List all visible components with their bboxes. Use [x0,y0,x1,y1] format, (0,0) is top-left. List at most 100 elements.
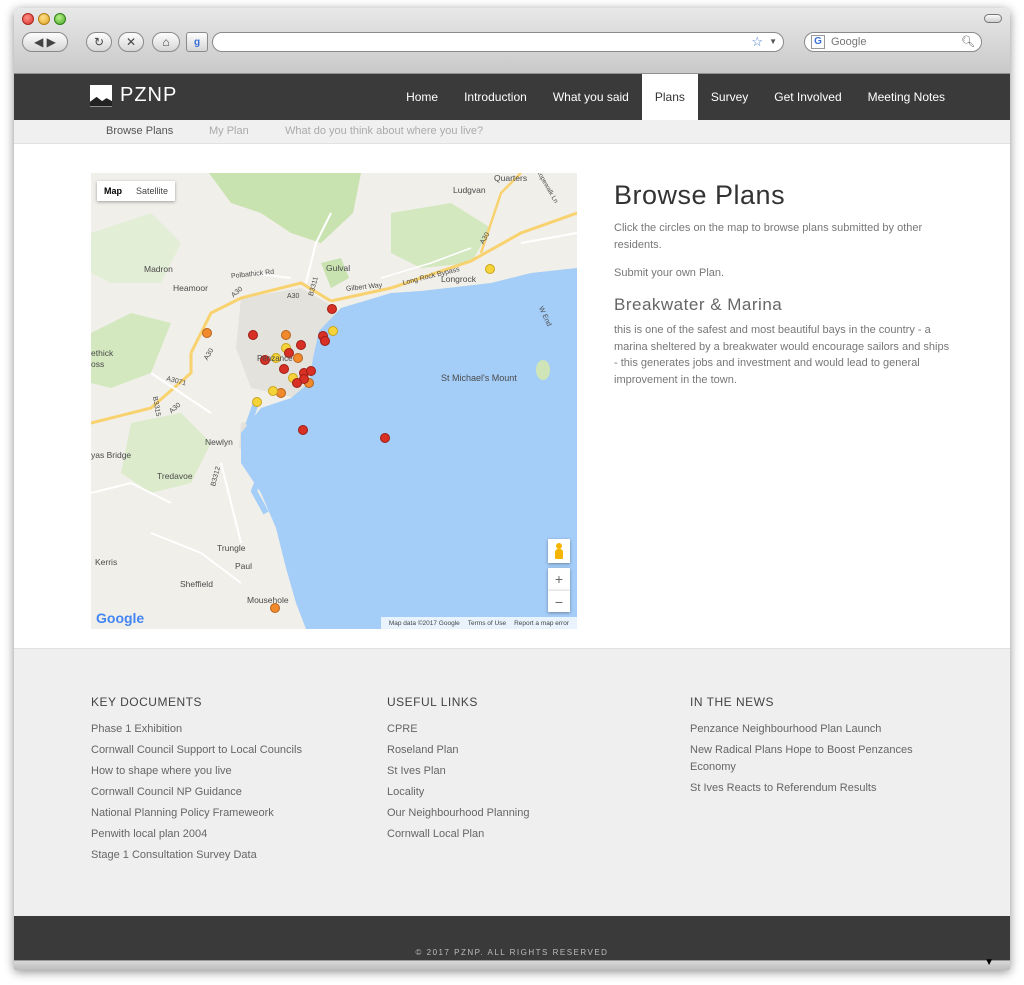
search-field[interactable]: G 🔍︎ [804,32,982,52]
sub-navigation: Browse Plans My Plan What do you think a… [14,120,1010,144]
map-label-heamoor: Heamoor [173,283,208,293]
map-label-oss: oss [91,359,105,369]
map-label-gulval: Gulval [326,263,351,273]
footer-heading-useful-links: USEFUL LINKS [387,695,478,709]
stop-button[interactable]: ✕ [118,32,144,52]
footer-link[interactable]: Cornwall Local Plan [387,826,647,843]
footer-link[interactable]: CPRE [387,721,647,738]
home-icon: ⌂ [162,35,170,49]
browser-status-bar: ▼ [14,957,1010,970]
nav-home[interactable]: Home [393,74,451,120]
submit-plan-link[interactable]: Submit your own Plan. [614,265,950,282]
plan-description: this is one of the safest and most beaut… [614,324,950,386]
zoom-window-button[interactable] [54,13,66,25]
map-label-ethick: ethick [91,348,114,358]
browser-window: ◀ ▶ ↻ ✕ ⌂ g ☆ ▼ G 🔍︎ PZNP Home Introduct… [14,8,1010,970]
footer-link[interactable]: Penwith local plan 2004 [91,826,351,843]
map-label-tredavoe: Tredavoe [157,471,193,481]
footer-link[interactable]: Cornwall Council NP Guidance [91,784,351,801]
address-bar[interactable]: ☆ ▼ [212,32,784,52]
map-type-map-button[interactable]: Map [97,181,129,201]
footer-heading-in-the-news: IN THE NEWS [690,695,774,709]
bookmark-star-icon[interactable]: ☆ [751,34,763,50]
toolbar-toggle-button[interactable] [984,14,1002,23]
map-label-trungle: Trungle [217,543,246,553]
subnav-where-you-live[interactable]: What do you think about where you live? [285,125,483,137]
google-logo: Google [96,610,144,626]
stop-icon: ✕ [125,35,137,49]
map-label-a30-a: A30 [287,293,300,300]
chevron-down-icon[interactable]: ▼ [769,37,777,46]
map-label-paul: Paul [235,561,253,571]
google-logo-text: Google [96,610,145,626]
footer-link[interactable]: Phase 1 Exhibition [91,721,351,738]
map-label-newlyn: Newlyn [205,437,233,447]
nav-get-involved[interactable]: Get Involved [761,74,854,120]
map-label-mousehole: Mousehole [247,595,289,605]
forward-arrow-icon[interactable]: ▶ [47,35,56,49]
map-data-credit: Map data ©2017 Google [388,619,460,627]
nav-survey[interactable]: Survey [698,74,761,120]
zoom-out-button[interactable]: − [548,590,570,612]
reload-button[interactable]: ↻ [86,32,112,52]
map-canvas[interactable] [91,173,577,629]
footer-link[interactable]: Roseland Plan [387,742,647,759]
search-icon[interactable]: 🔍︎ [961,35,975,48]
footer-link[interactable]: St Ives Plan [387,763,647,780]
footer-link[interactable]: How to shape where you live [91,763,351,780]
footer-link[interactable]: St Ives Reacts to Referendum Results [690,780,940,797]
nav-what-you-said[interactable]: What you said [540,74,642,120]
plan-title: Breakwater & Marina [614,295,783,314]
map-label-kerris: Kerris [95,557,118,567]
map-attribution: Map data ©2017 Google Terms of Use Repor… [380,617,577,629]
site-logo[interactable]: PZNP [90,84,177,107]
footer: KEY DOCUMENTS Phase 1 Exhibition Cornwal… [14,648,1010,916]
back-forward-buttons[interactable]: ◀ ▶ [22,32,68,52]
logo-text: PZNP [120,84,178,106]
map-label-penzance: Penzance [257,354,293,363]
intro-text: Click the circles on the map to browse p… [614,222,923,251]
nav-meeting-notes[interactable]: Meeting Notes [855,74,958,120]
map-label-st-michaels-mount: St Michael's Mount [441,373,517,383]
map-label-ludgvan: Ludgvan [453,185,486,195]
home-button[interactable]: ⌂ [152,32,180,52]
back-arrow-icon[interactable]: ◀ [34,35,43,49]
footer-link[interactable]: National Planning Policy Frameweork [91,805,351,822]
browser-toolbar: ◀ ▶ ↻ ✕ ⌂ g ☆ ▼ G 🔍︎ [14,8,1010,74]
street-view-pegman-icon[interactable] [548,539,570,563]
map-label-sheffield: Sheffield [180,579,213,589]
nav-introduction[interactable]: Introduction [451,74,540,120]
footer-link[interactable]: Penzance Neighbourhood Plan Launch [690,721,940,738]
report-map-error-link[interactable]: Report a map error [514,620,569,627]
scroll-down-arrow-icon[interactable]: ▼ [984,957,994,968]
map-label-madron: Madron [144,264,173,274]
favicon-icon: g [186,32,208,52]
footer-link[interactable]: Our Neighbourhood Planning [387,805,647,822]
footer-link[interactable]: New Radical Plans Hope to Boost Penzance… [690,742,940,775]
subnav-browse-plans[interactable]: Browse Plans [106,125,173,137]
plans-map[interactable]: Quarters Ludgvan Gulval Madron Heamoor L… [91,173,577,629]
minimize-window-button[interactable] [38,13,50,25]
footer-link[interactable]: Stage 1 Consultation Survey Data [91,847,351,864]
map-label-bridge: yas Bridge [91,450,132,460]
footer-useful-links: USEFUL LINKS CPRE Roseland Plan St Ives … [387,695,647,847]
zoom-in-button[interactable]: + [548,568,570,590]
copyright-text: © 2017 PZNP. ALL RIGHTS RESERVED [415,948,609,957]
search-input[interactable] [831,36,951,48]
map-type-control: Map Satellite [97,181,176,201]
footer-in-the-news: IN THE NEWS Penzance Neighbourhood Plan … [690,695,940,801]
close-window-button[interactable] [22,13,34,25]
footer-link[interactable]: Cornwall Council Support to Local Counci… [91,742,351,759]
map-label-quarters: Quarters [494,173,528,183]
page-title: Browse Plans [614,180,786,210]
subnav-my-plan[interactable]: My Plan [209,125,249,137]
terms-of-use-link[interactable]: Terms of Use [468,620,506,627]
site-navbar: PZNP Home Introduction What you said Pla… [14,74,1010,120]
footer-link[interactable]: Locality [387,784,647,801]
nav-plans[interactable]: Plans [641,74,698,120]
reload-icon: ↻ [93,35,105,49]
map-type-satellite-button[interactable]: Satellite [129,181,175,201]
footer-key-documents: KEY DOCUMENTS Phase 1 Exhibition Cornwal… [91,695,351,868]
footer-heading-key-documents: KEY DOCUMENTS [91,695,202,709]
logo-mountain-icon [90,84,112,107]
